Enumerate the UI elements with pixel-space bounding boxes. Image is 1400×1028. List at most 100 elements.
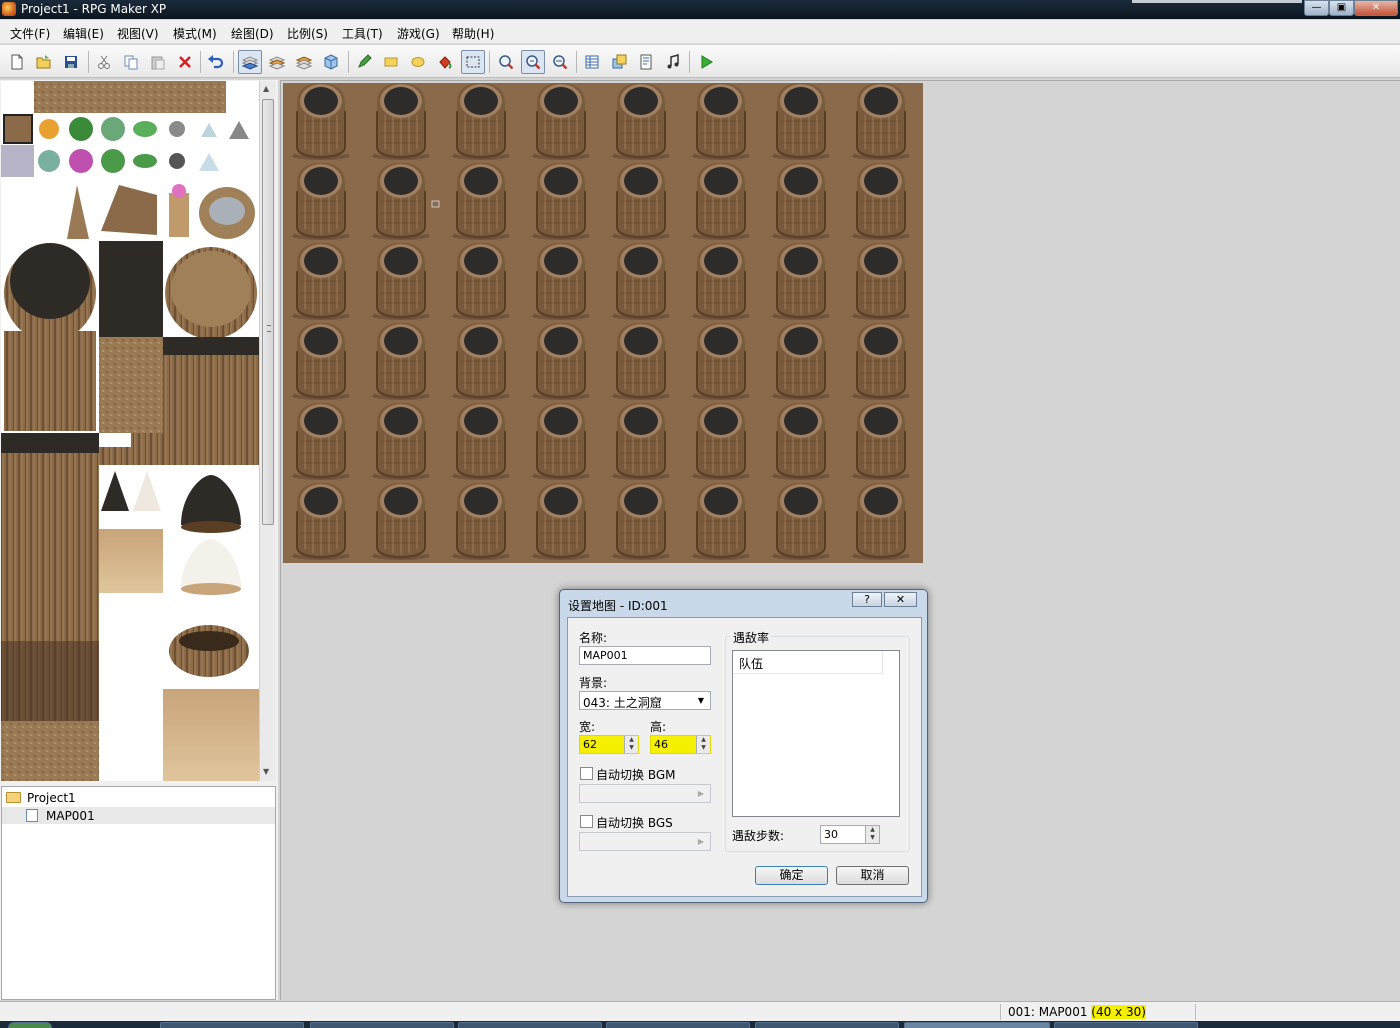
height-value: 46 xyxy=(654,738,668,751)
map-settings-dialog: 设置地图 - ID:001 ? ✕ 名称: MAP001 背景: 043: 土之… xyxy=(559,589,928,903)
layer-1-icon[interactable] xyxy=(238,50,262,74)
height-spin-buttons[interactable]: ▲ ▼ xyxy=(696,736,710,753)
steps-spin-buttons[interactable]: ▲ ▼ xyxy=(865,826,879,843)
bgm-select[interactable]: ▶ xyxy=(579,784,711,803)
select-dotted-icon[interactable] xyxy=(461,50,485,74)
folder-icon xyxy=(6,792,21,803)
menu-tools[interactable]: 工具(T) xyxy=(342,25,383,42)
party-column-header[interactable]: 队伍 xyxy=(733,651,883,674)
menu-edit[interactable]: 编辑(E) xyxy=(63,25,104,42)
menu-mode[interactable]: 模式(M) xyxy=(173,25,217,42)
scissors-icon[interactable] xyxy=(92,50,116,74)
tree-map-node[interactable]: MAP001 xyxy=(2,807,275,824)
new-file-icon[interactable] xyxy=(5,50,29,74)
bgs-select[interactable]: ▶ xyxy=(579,832,711,851)
rectangle-icon[interactable] xyxy=(379,50,403,74)
status-separator xyxy=(1000,1004,1001,1020)
scroll-thumb[interactable] xyxy=(262,99,274,525)
pencil-icon[interactable] xyxy=(352,50,376,74)
ok-button[interactable]: 确定 xyxy=(755,866,828,885)
map-canvas[interactable] xyxy=(283,83,923,563)
zoom-1-1-icon[interactable] xyxy=(494,50,518,74)
undo-arrow-icon[interactable] xyxy=(204,50,228,74)
width-value: 62 xyxy=(583,738,597,751)
tileset-graphic xyxy=(1,81,259,781)
paste-icon[interactable] xyxy=(146,50,170,74)
width-spin-buttons[interactable]: ▲ ▼ xyxy=(624,736,638,753)
taskbar-item[interactable] xyxy=(606,1022,750,1028)
width-stepper[interactable]: 62 ▲ ▼ xyxy=(579,735,639,754)
party-list[interactable]: 队伍 xyxy=(732,650,900,817)
menu-file[interactable]: 文件(F) xyxy=(10,25,50,42)
zoom-1-4-icon[interactable] xyxy=(548,50,572,74)
scroll-down-arrow-icon[interactable]: ▼ xyxy=(263,767,269,776)
titlebar-glow xyxy=(1132,0,1302,3)
background-select[interactable]: 043: 土之洞窟 ▼ xyxy=(579,691,711,710)
tileset-palette[interactable] xyxy=(1,81,259,781)
layer-3-icon[interactable] xyxy=(292,50,316,74)
close-button[interactable]: ✕ xyxy=(1354,0,1398,16)
zoom-1-2-icon[interactable] xyxy=(521,50,545,74)
music-note-icon[interactable] xyxy=(661,50,685,74)
scroll-grip-icon xyxy=(267,325,271,332)
menu-scale[interactable]: 比例(S) xyxy=(287,25,328,42)
toolbar-separator xyxy=(689,51,690,73)
tileset-scrollbar[interactable]: ▲ ▼ xyxy=(259,81,275,781)
auto-bgs-checkbox[interactable] xyxy=(580,815,593,828)
database-icon[interactable] xyxy=(580,50,604,74)
help-question-icon[interactable]: ? xyxy=(852,592,882,607)
auto-bgm-checkbox[interactable] xyxy=(580,767,593,780)
encounter-label: 遇敌率 xyxy=(731,629,772,646)
copy-icon[interactable] xyxy=(119,50,143,74)
maximize-button[interactable]: ▣ xyxy=(1329,0,1354,16)
start-orb-icon[interactable] xyxy=(8,1022,52,1028)
os-taskbar xyxy=(0,1021,1400,1028)
scroll-up-arrow-icon[interactable]: ▲ xyxy=(263,84,269,93)
auto-bgs-label: 自动切换 BGS xyxy=(596,816,673,830)
left-panel: ▲ ▼ Project1 MAP001 xyxy=(0,80,278,1000)
menu-bar: 文件(F) 编辑(E) 视图(V) 模式(M) 绘图(D) 比例(S) 工具(T… xyxy=(0,20,1400,44)
menu-draw[interactable]: 绘图(D) xyxy=(231,25,274,42)
taskbar-item-active[interactable] xyxy=(904,1022,1050,1028)
status-map-size: (40 x 30) xyxy=(1091,1005,1146,1019)
tree-project-label: Project1 xyxy=(27,790,76,805)
open-folder-icon[interactable] xyxy=(32,50,56,74)
auto-bgm-label: 自动切换 BGM xyxy=(596,768,676,782)
taskbar-item[interactable] xyxy=(160,1022,304,1028)
map-name-input[interactable]: MAP001 xyxy=(579,646,711,665)
title-bar: Project1 - RPG Maker XP — ▣ ✕ xyxy=(0,0,1400,19)
toolbar-separator xyxy=(576,51,577,73)
status-map-info: 001: MAP001 (40 x 30) xyxy=(1008,1005,1146,1019)
height-stepper[interactable]: 46 ▲ ▼ xyxy=(650,735,711,754)
taskbar-item[interactable] xyxy=(458,1022,602,1028)
name-label: 名称: xyxy=(579,631,608,645)
cancel-button[interactable]: 取消 xyxy=(836,866,909,885)
encounter-steps-stepper[interactable]: 30 ▲ ▼ xyxy=(820,825,880,844)
background-value: 043: 土之洞窟 xyxy=(583,696,662,710)
dialog-body: 名称: MAP001 背景: 043: 土之洞窟 ▼ 宽: 高: 62 ▲ ▼ 4… xyxy=(567,617,922,897)
taskbar-item[interactable] xyxy=(755,1022,899,1028)
chevron-right-icon: ▶ xyxy=(697,789,705,798)
menu-view[interactable]: 视图(V) xyxy=(117,25,159,42)
taskbar-item[interactable] xyxy=(310,1022,454,1028)
materials-icon[interactable] xyxy=(607,50,631,74)
dialog-close-icon[interactable]: ✕ xyxy=(884,592,917,607)
status-bar: 001: MAP001 (40 x 30) xyxy=(0,1001,1400,1021)
red-x-icon[interactable] xyxy=(173,50,197,74)
save-disk-icon[interactable] xyxy=(59,50,83,74)
play-triangle-icon[interactable] xyxy=(694,50,718,74)
status-separator xyxy=(1195,1004,1196,1020)
dialog-title: 设置地图 - ID:001 xyxy=(568,599,668,613)
ellipse-icon[interactable] xyxy=(406,50,430,74)
map-tiles-graphic xyxy=(283,83,923,563)
event-cube-icon[interactable] xyxy=(319,50,343,74)
layer-2-icon[interactable] xyxy=(265,50,289,74)
tree-project-node[interactable]: Project1 xyxy=(6,789,76,806)
script-editor-icon[interactable] xyxy=(634,50,658,74)
minimize-button[interactable]: — xyxy=(1304,0,1329,16)
party-header-label: 队伍 xyxy=(739,657,764,671)
taskbar-item[interactable] xyxy=(1054,1022,1198,1028)
fill-bucket-icon[interactable] xyxy=(433,50,457,74)
menu-game[interactable]: 游戏(G) xyxy=(397,25,440,42)
menu-help[interactable]: 帮助(H) xyxy=(452,25,494,42)
